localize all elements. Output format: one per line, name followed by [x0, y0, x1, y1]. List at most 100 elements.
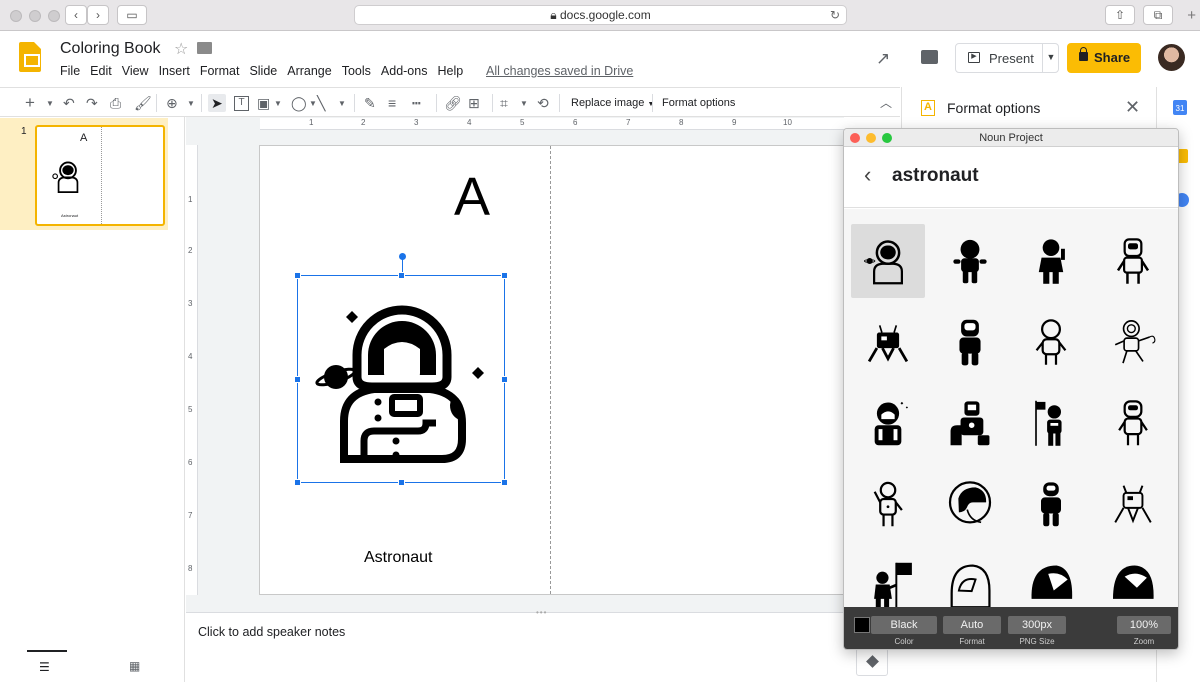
- filmstrip-slide-1[interactable]: 1 A Astronaut: [0, 118, 168, 230]
- crop-dropdown-icon[interactable]: ▼: [520, 95, 528, 113]
- folder-icon[interactable]: [197, 42, 212, 54]
- border-weight-icon[interactable]: ≡: [388, 94, 396, 112]
- border-dash-icon[interactable]: ┅: [412, 94, 420, 112]
- sidebar-toggle-icon[interactable]: ▭: [117, 5, 147, 25]
- np-result-astronaut-7[interactable]: [1014, 305, 1088, 379]
- close-window-button[interactable]: [10, 10, 22, 22]
- crop-icon[interactable]: ⌗: [500, 94, 508, 112]
- menu-format[interactable]: Format: [200, 64, 240, 78]
- png-size-select[interactable]: 300px: [1008, 616, 1066, 634]
- paint-format-icon[interactable]: 🖌︎: [134, 94, 152, 112]
- np-result-astronaut-5[interactable]: [851, 305, 925, 379]
- image-dropdown-icon[interactable]: ▼: [274, 95, 282, 113]
- np-result-astronaut-14[interactable]: [933, 467, 1007, 541]
- resize-handle-br[interactable]: [501, 479, 508, 486]
- line-dropdown-icon[interactable]: ▼: [338, 95, 346, 113]
- vertical-ruler[interactable]: 1 2 3 4 5 6 7 8: [186, 145, 198, 595]
- reset-image-icon[interactable]: ⟲: [537, 94, 549, 112]
- np-search-query[interactable]: astronaut: [892, 165, 979, 187]
- np-zoom-button[interactable]: [882, 133, 892, 143]
- slide-canvas[interactable]: A Astronaut: [259, 145, 849, 595]
- np-result-astronaut-2[interactable]: [933, 224, 1007, 298]
- notes-resize-handle[interactable]: •••: [536, 608, 547, 617]
- slides-logo-icon[interactable]: [19, 42, 41, 72]
- horizontal-ruler[interactable]: 1 2 3 4 5 6 7 8 9 10: [260, 118, 844, 130]
- resize-handle-bl[interactable]: [294, 479, 301, 486]
- astronaut-image[interactable]: [312, 289, 492, 469]
- resize-handle-tr[interactable]: [501, 272, 508, 279]
- present-dropdown-icon[interactable]: ▼: [1042, 44, 1059, 72]
- present-button[interactable]: ▶ Present ▼: [955, 43, 1059, 73]
- avatar[interactable]: [1158, 44, 1185, 71]
- menu-file[interactable]: File: [60, 64, 80, 78]
- menu-edit[interactable]: Edit: [90, 64, 112, 78]
- link-icon[interactable]: 🔗︎: [444, 94, 462, 112]
- line-icon[interactable]: ╲: [317, 94, 325, 112]
- new-tab-icon[interactable]: +: [1187, 7, 1196, 24]
- border-color-icon[interactable]: ✎: [364, 94, 376, 112]
- back-chevron-icon[interactable]: ‹: [864, 162, 871, 188]
- np-result-astronaut-13[interactable]: [851, 467, 925, 541]
- share-button[interactable]: Share: [1067, 43, 1141, 73]
- grid-view-icon[interactable]: ▦: [129, 659, 140, 673]
- calendar-icon[interactable]: 31: [1173, 100, 1187, 115]
- color-swatch[interactable]: [854, 617, 870, 633]
- slide-letter[interactable]: A: [454, 166, 490, 228]
- forward-icon[interactable]: ›: [87, 5, 109, 25]
- shape-dropdown-icon[interactable]: ▼: [309, 95, 317, 113]
- np-result-astronaut-11[interactable]: [1014, 386, 1088, 460]
- menu-slide[interactable]: Slide: [249, 64, 277, 78]
- format-select[interactable]: Auto: [943, 616, 1001, 634]
- np-result-astronaut-3[interactable]: [1014, 224, 1088, 298]
- explore-button[interactable]: [856, 648, 888, 676]
- resize-handle-tl[interactable]: [294, 272, 301, 279]
- filmstrip-view-icon[interactable]: ☰: [39, 660, 50, 674]
- np-close-button[interactable]: [850, 133, 860, 143]
- np-result-astronaut-16[interactable]: [1096, 467, 1170, 541]
- select-tool-icon[interactable]: ➤: [208, 94, 226, 112]
- np-result-astronaut-12[interactable]: [1096, 386, 1170, 460]
- reload-icon[interactable]: ↻: [830, 6, 840, 25]
- resize-handle-l[interactable]: [294, 376, 301, 383]
- zoom-dropdown-icon[interactable]: ▼: [187, 95, 195, 113]
- menu-view[interactable]: View: [122, 64, 149, 78]
- zoom-select[interactable]: 100%: [1117, 616, 1171, 634]
- zoom-icon[interactable]: ⊕: [166, 94, 178, 112]
- np-minimize-button[interactable]: [866, 133, 876, 143]
- text-box-icon[interactable]: T: [234, 96, 249, 111]
- replace-image-button[interactable]: Replace image ▼: [571, 94, 654, 112]
- np-result-astronaut-1[interactable]: [851, 224, 925, 298]
- noun-project-titlebar[interactable]: Noun Project: [844, 129, 1178, 147]
- rotate-handle[interactable]: [399, 253, 406, 260]
- shape-icon[interactable]: ◯: [291, 94, 307, 112]
- format-options-button[interactable]: Format options: [662, 94, 735, 112]
- np-result-astronaut-9[interactable]: [851, 386, 925, 460]
- color-select[interactable]: Black: [871, 616, 937, 634]
- document-title[interactable]: Coloring Book: [60, 40, 161, 58]
- add-comment-icon[interactable]: ⊞: [468, 94, 480, 112]
- menu-arrange[interactable]: Arrange: [287, 64, 331, 78]
- save-status-link[interactable]: All changes saved in Drive: [486, 64, 633, 78]
- undo-icon[interactable]: ↶: [63, 94, 75, 112]
- redo-icon[interactable]: ↷: [86, 94, 98, 112]
- print-icon[interactable]: ⎙: [110, 94, 121, 112]
- share-sheet-icon[interactable]: ⇧: [1105, 5, 1135, 25]
- slide-caption[interactable]: Astronaut: [364, 549, 432, 567]
- zoom-window-button[interactable]: [48, 10, 60, 22]
- back-icon[interactable]: ‹: [65, 5, 87, 25]
- resize-handle-r[interactable]: [501, 376, 508, 383]
- new-slide-icon[interactable]: +: [25, 94, 35, 112]
- menu-addons[interactable]: Add-ons: [381, 64, 428, 78]
- slide-thumbnail[interactable]: A Astronaut: [35, 125, 165, 226]
- new-slide-dropdown-icon[interactable]: ▼: [46, 95, 54, 113]
- speaker-notes-field[interactable]: Click to add speaker notes: [198, 625, 345, 639]
- close-icon[interactable]: ✕: [1125, 97, 1140, 118]
- np-result-astronaut-8[interactable]: [1096, 305, 1170, 379]
- np-result-astronaut-15[interactable]: [1014, 467, 1088, 541]
- np-result-astronaut-10[interactable]: [933, 386, 1007, 460]
- address-bar[interactable]: 🔒︎ docs.google.com ↻: [354, 5, 847, 25]
- menu-help[interactable]: Help: [437, 64, 463, 78]
- menu-tools[interactable]: Tools: [342, 64, 371, 78]
- collapse-toolbar-icon[interactable]: ︿: [880, 94, 892, 112]
- star-icon[interactable]: ☆: [174, 39, 188, 59]
